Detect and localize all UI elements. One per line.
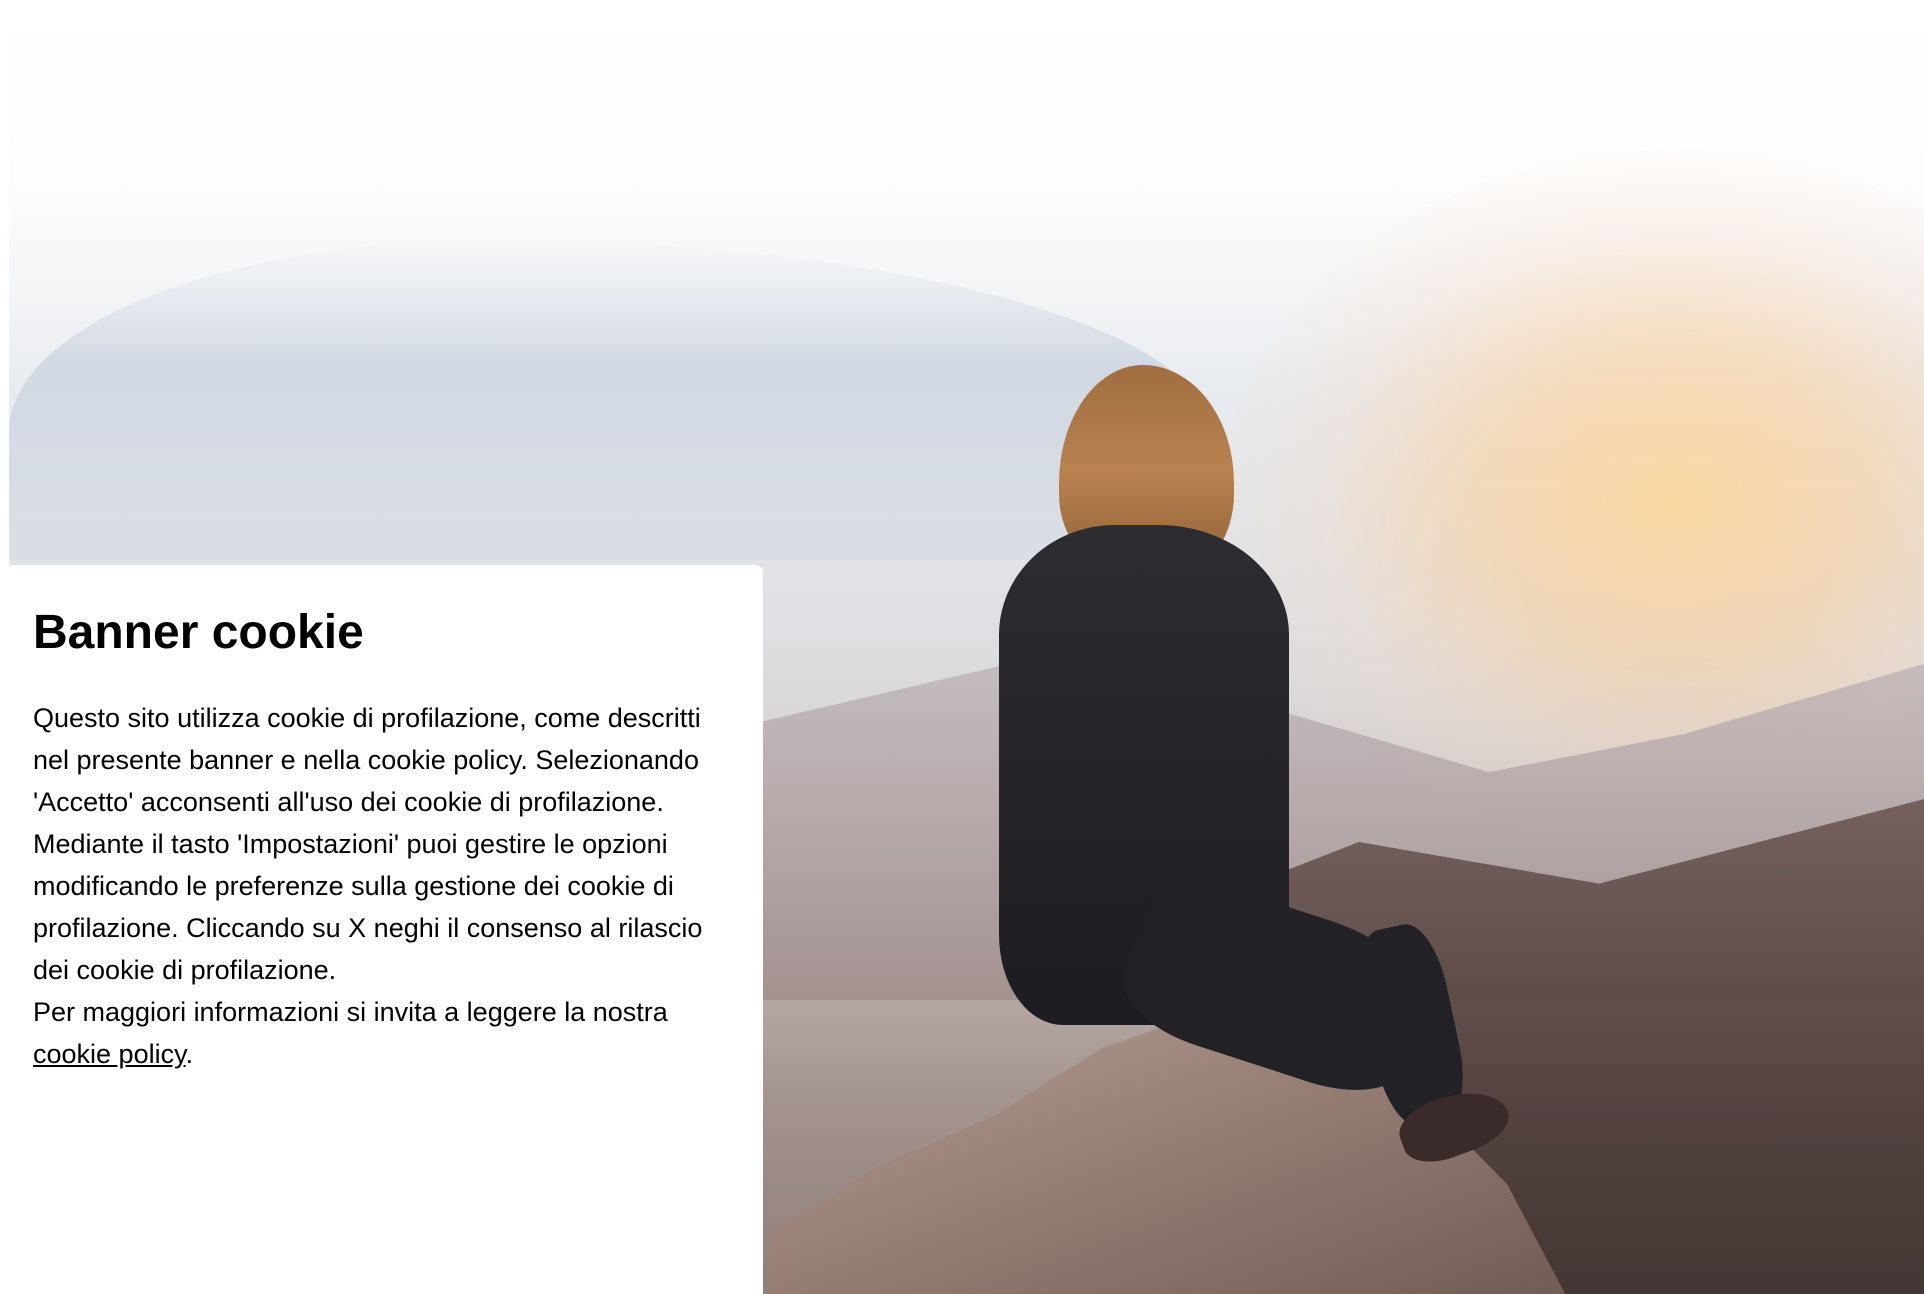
page: Banner cookie Questo sito utilizza cooki… [0,0,1924,1294]
banner-title: Banner cookie [33,606,364,659]
seated-person [969,365,1529,1185]
banner-main-text: Questo sito utilizza cookie di profilazi… [33,703,703,985]
banner-description: Questo sito utilizza cookie di profilazi… [33,697,723,1075]
banner-more-info-text: Per maggiori informazioni si invita a le… [33,997,668,1027]
banner-period: . [185,1039,194,1069]
cookie-policy-link[interactable]: cookie policy [33,1039,186,1069]
cookie-banner: Banner cookie Questo sito utilizza cooki… [0,565,763,1294]
